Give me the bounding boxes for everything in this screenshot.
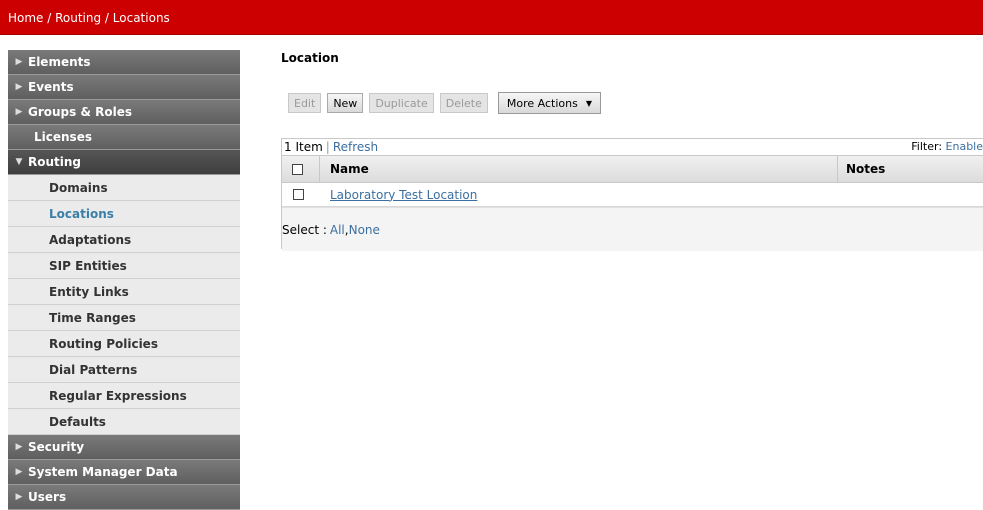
column-header-notes[interactable]: Notes [838, 162, 885, 176]
table-footer: Select : All , None [282, 207, 983, 251]
chevron-right-icon: ▶ [15, 57, 23, 67]
breadcrumb: Home / Routing / Locations [8, 11, 170, 25]
action-toolbar: Edit New Duplicate Delete More Actions ▼ [288, 92, 607, 114]
sidebar-subitem-label: Routing Policies [49, 336, 158, 351]
sidebar-item-security[interactable]: ▶ Security [8, 435, 240, 460]
sidebar-item-events[interactable]: ▶ Events [8, 75, 240, 100]
sidebar-subitem-routing-policies[interactable]: Routing Policies [8, 331, 240, 357]
sidebar-subitem-time-ranges[interactable]: Time Ranges [8, 305, 240, 331]
chevron-right-icon: ▶ [15, 82, 23, 92]
chevron-right-icon: ▶ [15, 107, 23, 117]
sidebar-item-licenses[interactable]: Licenses [8, 125, 240, 150]
sidebar-subitem-entity-links[interactable]: Entity Links [8, 279, 240, 305]
more-actions-label: More Actions [506, 96, 578, 110]
sidebar-item-routing[interactable]: ▼ Routing [8, 150, 240, 175]
sidebar-subitem-sip-entities[interactable]: SIP Entities [8, 253, 240, 279]
divider: | [325, 140, 330, 154]
sidebar-item-label: Security [28, 440, 85, 454]
row-checkbox-cell [282, 183, 320, 206]
sidebar-item-users[interactable]: ▶ Users [8, 485, 240, 510]
top-bar: Home / Routing / Locations [0, 0, 983, 35]
sidebar-subitem-label: SIP Entities [49, 258, 127, 273]
sidebar-subitem-regular-expressions[interactable]: Regular Expressions [8, 383, 240, 409]
delete-button[interactable]: Delete [439, 93, 488, 113]
sidebar-item-label: Elements [28, 55, 91, 69]
more-actions-button[interactable]: More Actions ▼ [497, 92, 601, 114]
caret-down-icon: ▼ [585, 98, 592, 108]
item-count: 1 Item [284, 140, 323, 154]
sidebar-item-label: Users [28, 490, 67, 504]
filter-enable-link[interactable]: Enable [946, 140, 983, 153]
sidebar-subitem-label: Time Ranges [49, 310, 136, 325]
edit-button[interactable]: Edit [288, 93, 322, 113]
chevron-right-icon: ▶ [15, 467, 23, 477]
sidebar-subitem-label: Domains [49, 180, 108, 195]
select-none-link[interactable]: None [349, 223, 380, 237]
select-label: Select : [282, 222, 327, 237]
sidebar-item-label: Events [28, 80, 74, 94]
sidebar-item-label: System Manager Data [28, 465, 178, 479]
locations-table: 1 Item | Refresh Filter: Enable Name Not… [281, 138, 983, 251]
sidebar-item-label: Groups & Roles [28, 105, 132, 119]
select-all-link[interactable]: All [330, 223, 345, 237]
table-header: Name Notes [282, 155, 983, 183]
sidebar-item-groups-roles[interactable]: ▶ Groups & Roles [8, 100, 240, 125]
table-row: Laboratory Test Location [282, 183, 983, 207]
filter-control: Filter: Enable [911, 140, 983, 153]
sidebar-item-label: Routing [28, 155, 82, 169]
refresh-link[interactable]: Refresh [333, 140, 378, 154]
row-checkbox[interactable] [292, 189, 304, 200]
sidebar-subitem-label: Locations [49, 206, 114, 221]
new-button[interactable]: New [327, 93, 364, 113]
chevron-right-icon: ▶ [15, 442, 23, 452]
duplicate-button[interactable]: Duplicate [369, 93, 434, 113]
sidebar-subitem-label: Defaults [49, 414, 106, 429]
chevron-down-icon: ▼ [15, 157, 23, 167]
select-all-checkbox[interactable] [292, 163, 303, 175]
sidebar-subitem-label: Regular Expressions [49, 388, 187, 403]
location-name-link[interactable]: Laboratory Test Location [320, 188, 477, 202]
sidebar-subitem-adaptations[interactable]: Adaptations [8, 227, 240, 253]
sidebar-nav: ▶ Elements ▶ Events ▶ Groups & Roles Lic… [8, 50, 240, 510]
filter-label: Filter: [911, 140, 943, 153]
chevron-right-icon: ▶ [15, 492, 23, 502]
sidebar-subitem-dial-patterns[interactable]: Dial Patterns [8, 357, 240, 383]
sidebar-subitem-domains[interactable]: Domains [8, 175, 240, 201]
sidebar-subitem-label: Dial Patterns [49, 362, 138, 377]
select-all-cell [282, 156, 320, 182]
sidebar-subitem-defaults[interactable]: Defaults [8, 409, 240, 435]
sidebar-subitem-label: Entity Links [49, 284, 129, 299]
sidebar-item-elements[interactable]: ▶ Elements [8, 50, 240, 75]
table-info-bar: 1 Item | Refresh Filter: Enable [282, 139, 983, 155]
column-header-name[interactable]: Name [320, 156, 838, 182]
sidebar-subitem-label: Adaptations [49, 232, 132, 247]
page-title: Location [281, 51, 339, 65]
sidebar-subitem-locations[interactable]: Locations [8, 201, 240, 227]
sidebar-item-label: Licenses [34, 130, 92, 144]
sidebar-item-system-manager-data[interactable]: ▶ System Manager Data [8, 460, 240, 485]
